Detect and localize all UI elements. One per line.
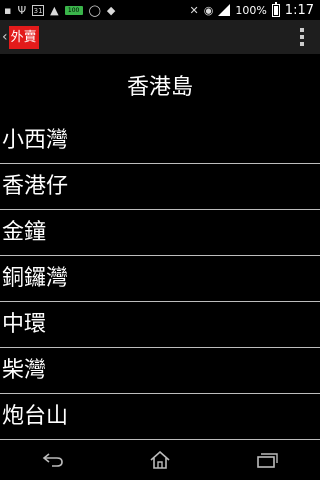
- list-item-label: 香港仔: [2, 174, 69, 199]
- storage-icon: 100: [64, 5, 83, 15]
- back-icon: [43, 453, 64, 467]
- list-item-label: 小西灣: [2, 128, 69, 153]
- battery-icon: [271, 1, 280, 17]
- recent-apps-icon: [256, 453, 278, 468]
- list-item-label: 銅鑼灣: [2, 266, 69, 291]
- page-title: 香港島: [126, 75, 193, 100]
- list-item-label: 炮台山: [2, 404, 69, 429]
- whatsapp-icon: ◯: [88, 3, 101, 17]
- notification-icon: ▪: [4, 3, 12, 17]
- list-item[interactable]: 香港仔: [0, 164, 320, 210]
- bluetooth-icon: ✕: [189, 3, 199, 17]
- up-navigation[interactable]: ‹ 外賣: [2, 25, 39, 49]
- back-button[interactable]: [23, 440, 83, 480]
- list-item[interactable]: 中環: [0, 302, 320, 348]
- list-item[interactable]: 炮台山: [0, 394, 320, 440]
- system-nav-bar: [0, 440, 320, 480]
- chevron-left-icon: ‹: [2, 29, 8, 45]
- list-item-label: 中環: [2, 312, 47, 337]
- list-item-label: 柴灣: [2, 358, 47, 383]
- overflow-dot: [300, 42, 304, 46]
- overflow-dot: [300, 28, 304, 32]
- list-item[interactable]: 銅鑼灣: [0, 256, 320, 302]
- status-right: ✕ ◉ 100% 1:17: [189, 1, 320, 18]
- list-item[interactable]: 金鐘: [0, 210, 320, 256]
- android-icon: ◆: [106, 3, 116, 17]
- overflow-dot: [300, 35, 304, 39]
- battery-percent: 100%: [235, 3, 267, 17]
- status-bar: ▪ Ψ 31 ▲ 100 ◯ ◆ ✕ ◉ 100% 1:17: [0, 0, 320, 20]
- list-item-label: 金鐘: [2, 220, 47, 245]
- overflow-menu-button[interactable]: [292, 22, 312, 52]
- area-list: 小西灣 香港仔 金鐘 銅鑼灣 中環 柴灣 炮台山: [0, 118, 320, 440]
- list-item[interactable]: 小西灣: [0, 118, 320, 164]
- list-item[interactable]: 柴灣: [0, 348, 320, 394]
- status-left: ▪ Ψ 31 ▲ 100 ◯ ◆: [0, 3, 116, 17]
- usb-icon: Ψ: [17, 3, 27, 17]
- signal-icon: [218, 4, 231, 16]
- alarm-icon: ◉: [203, 3, 214, 17]
- home-button[interactable]: [130, 440, 190, 480]
- action-bar: ‹ 外賣: [0, 20, 320, 54]
- home-icon: [150, 451, 170, 469]
- clock: 1:17: [284, 2, 314, 18]
- recent-apps-button[interactable]: [237, 440, 297, 480]
- calendar-icon: 31: [32, 4, 45, 16]
- app-logo: 外賣: [8, 25, 39, 49]
- image-icon: ▲: [50, 3, 59, 17]
